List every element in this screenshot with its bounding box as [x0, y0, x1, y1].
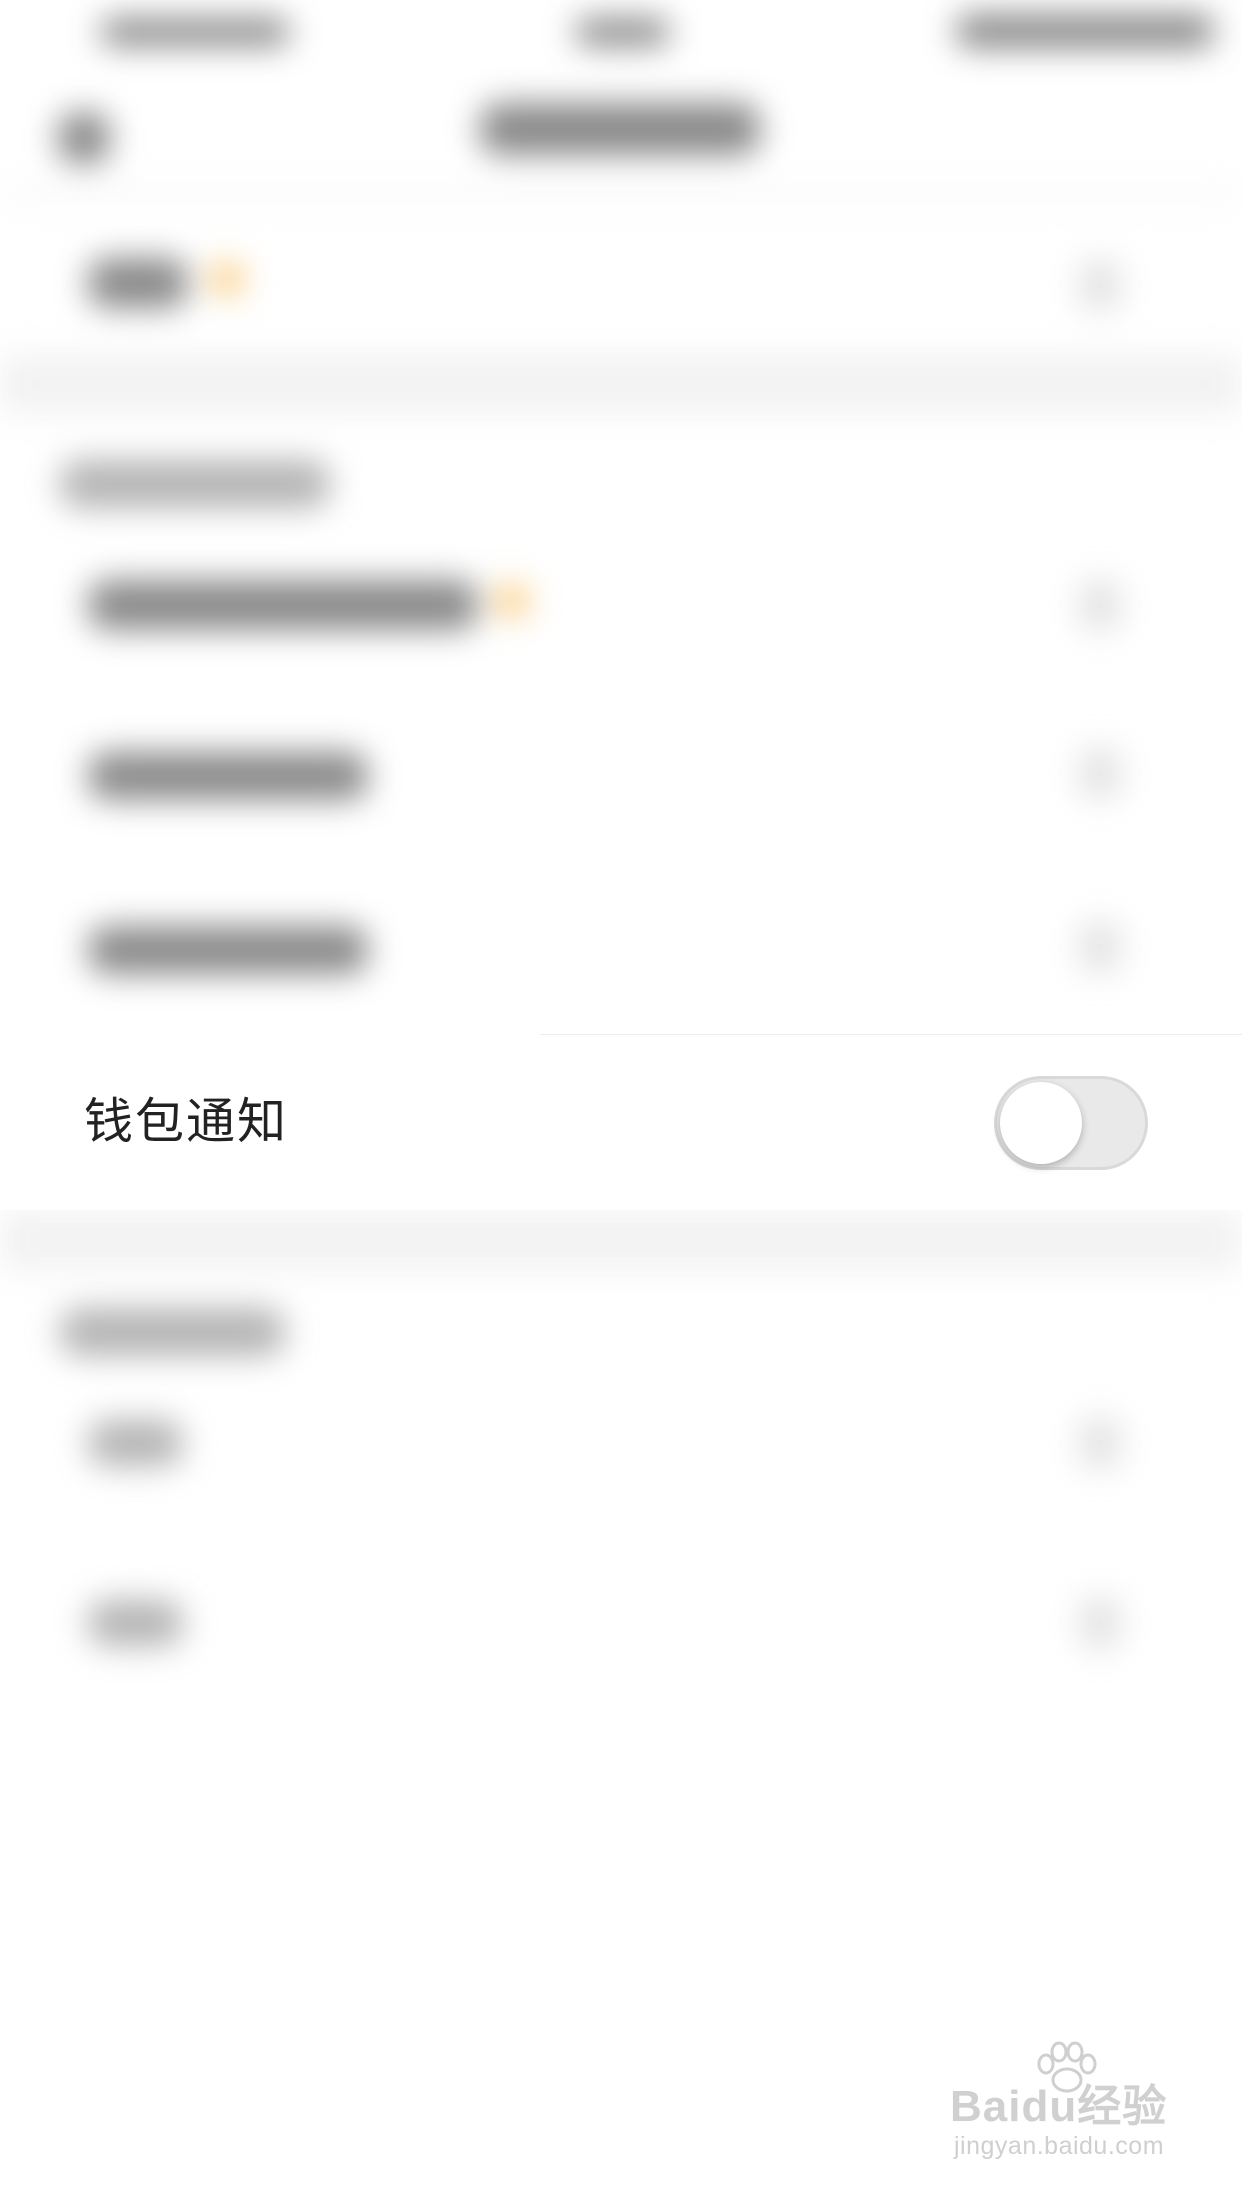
status-bar-carrier	[100, 18, 290, 46]
settings-row-label	[88, 752, 368, 800]
watermark-url: jingyan.baidu.com	[954, 2132, 1165, 2160]
settings-row-label	[88, 258, 188, 308]
wallet-notification-label: 钱包通知	[84, 1093, 289, 1150]
chevron-right-icon[interactable]	[1080, 922, 1120, 972]
status-bar-time	[575, 18, 670, 46]
section-header	[60, 1308, 285, 1356]
chevron-right-icon[interactable]	[1080, 748, 1120, 798]
baidu-jingyan-watermark: Baidu经验 jingyan.baidu.com	[950, 2041, 1180, 2190]
status-bar-battery	[955, 14, 1215, 48]
section-separator	[0, 355, 1242, 413]
header-divider	[0, 190, 1242, 198]
notification-settings-screen: 钱包通知 Baidu经验 jingyan.baidu.com	[0, 0, 1242, 2208]
section-separator	[0, 1210, 1242, 1270]
chevron-right-icon[interactable]	[1080, 1598, 1120, 1648]
page-title	[480, 103, 760, 155]
settings-row-label	[88, 1600, 183, 1646]
settings-row-label	[88, 580, 478, 630]
back-icon[interactable]	[58, 112, 110, 164]
new-badge-icon	[495, 584, 529, 618]
toggle-knob[interactable]	[1000, 1082, 1082, 1164]
watermark-brand: Baidu经验	[950, 2082, 1168, 2131]
chevron-right-icon[interactable]	[1080, 260, 1120, 310]
settings-row-label	[88, 1420, 183, 1466]
chevron-right-icon[interactable]	[1080, 1418, 1120, 1468]
settings-row-label	[88, 926, 368, 974]
section-header	[60, 460, 330, 508]
chevron-right-icon[interactable]	[1080, 580, 1120, 630]
new-badge-icon	[210, 262, 244, 296]
wallet-notification-toggle[interactable]	[994, 1076, 1148, 1170]
